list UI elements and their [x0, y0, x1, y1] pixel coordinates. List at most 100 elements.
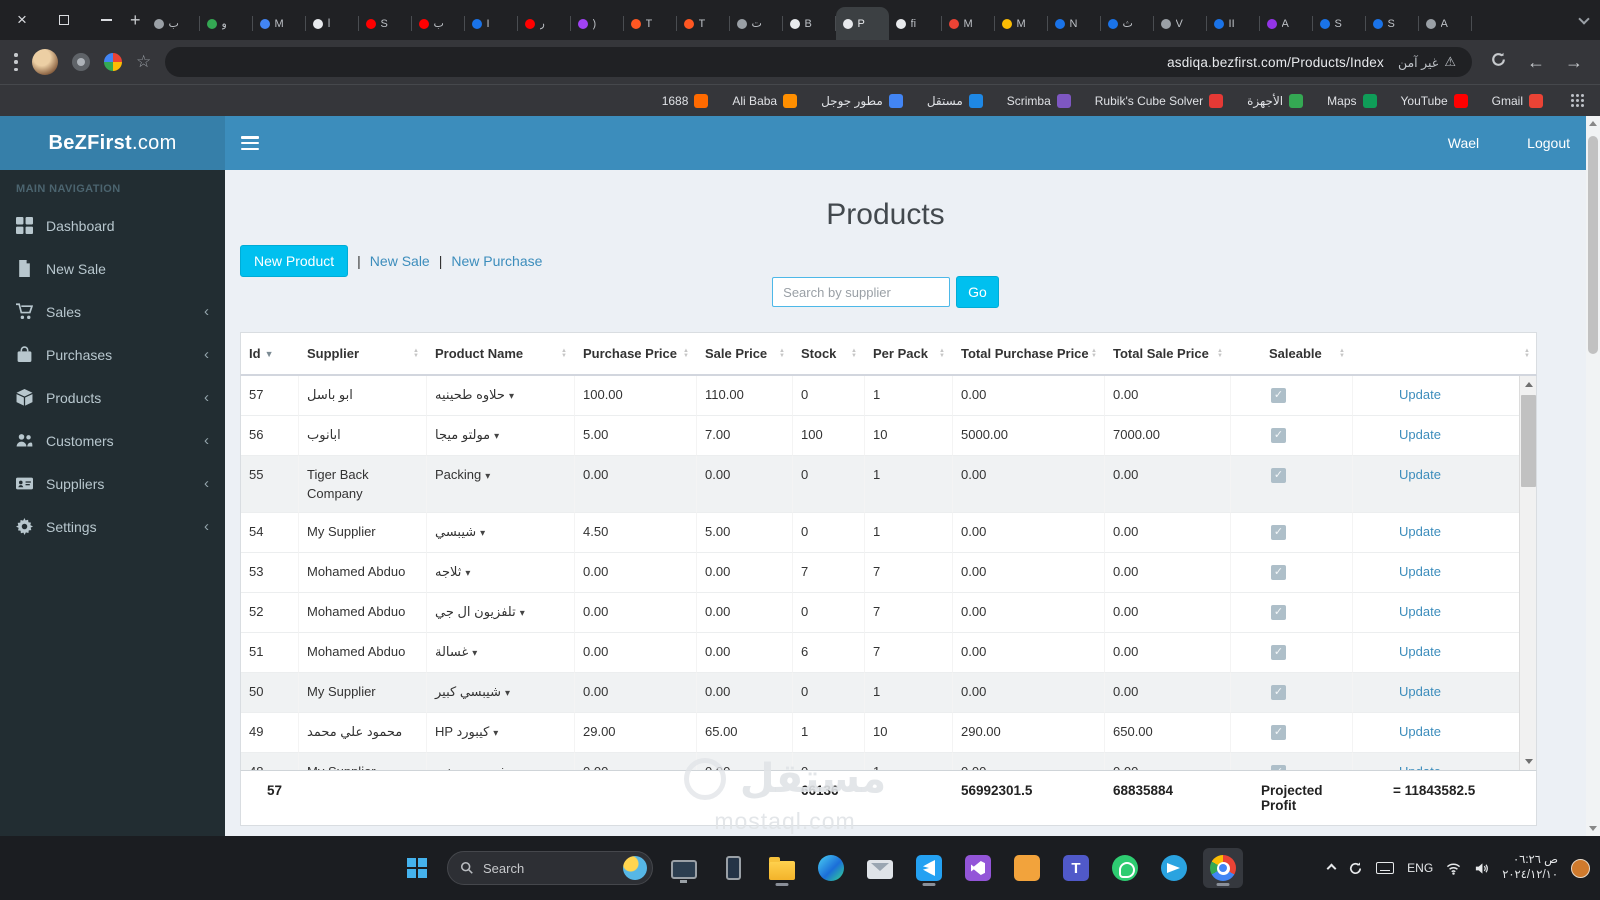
bookmark-star-icon[interactable]: ☆ [136, 52, 151, 72]
browser-tab[interactable]: N [1048, 7, 1101, 40]
column-header-stock[interactable]: Stock ▲ ▼ [793, 333, 865, 374]
wifi-icon[interactable] [1446, 861, 1461, 876]
saleable-checkbox[interactable]: ✓ [1271, 565, 1286, 581]
column-header-purchase[interactable]: Purchase Price ▲ ▼ [575, 333, 697, 374]
bookmark-item[interactable]: الأجهزة [1247, 93, 1304, 108]
page-scroll-up-arrow[interactable] [1586, 116, 1600, 131]
sidebar-item-products[interactable]: Products ‹ [0, 376, 225, 419]
saleable-checkbox[interactable]: ✓ [1271, 428, 1286, 444]
app-logo[interactable]: BeZFirst .com [0, 116, 225, 170]
bookmark-item[interactable]: مستقل [927, 93, 983, 108]
browser-tab[interactable]: ب [412, 7, 465, 40]
bookmark-item[interactable]: Gmail [1492, 93, 1543, 108]
sidebar-item-settings[interactable]: Settings ‹ [0, 505, 225, 548]
saleable-checkbox[interactable]: ✓ [1271, 645, 1286, 661]
tray-sync-icon[interactable] [1348, 861, 1363, 876]
page-scroll-down-arrow[interactable] [1586, 821, 1600, 836]
taskbar-app-monitor[interactable] [664, 848, 704, 888]
taskbar-app-phone[interactable] [713, 848, 753, 888]
taskbar-search[interactable]: Search [447, 851, 653, 885]
security-chip[interactable]: غير آمن ⚠ [1398, 54, 1456, 70]
saleable-checkbox[interactable]: ✓ [1271, 388, 1286, 404]
bookmark-item[interactable]: YouTube [1401, 93, 1468, 108]
page-scrollbar[interactable] [1586, 116, 1600, 836]
profile-avatar[interactable] [32, 49, 58, 75]
browser-tab-active[interactable]: P [835, 7, 889, 40]
window-close-button[interactable]: × [14, 11, 30, 28]
update-link[interactable]: Update [1399, 564, 1441, 579]
browser-tab[interactable]: M [995, 7, 1048, 40]
browser-tab[interactable]: S [359, 7, 412, 40]
taskbar-app-vscode[interactable] [909, 848, 949, 888]
browser-tab[interactable]: B [783, 7, 836, 40]
taskbar-app-visualstudio[interactable] [958, 848, 998, 888]
column-header-per_pack[interactable]: Per Pack ▲ ▼ [865, 333, 953, 374]
browser-tab[interactable]: و [200, 7, 253, 40]
sidebar-item-customers[interactable]: Customers ‹ [0, 419, 225, 462]
hamburger-menu-icon[interactable] [241, 136, 259, 150]
start-button[interactable] [398, 849, 436, 887]
browser-tab[interactable]: ت [730, 7, 783, 40]
product-dropdown-caret[interactable]: ▾ [505, 688, 510, 699]
browser-tab[interactable]: ) [571, 7, 624, 40]
product-dropdown-caret[interactable]: ▾ [512, 768, 517, 770]
update-link[interactable]: Update [1399, 644, 1441, 659]
column-header-sale[interactable]: Sale Price ▲ ▼ [697, 333, 793, 374]
scroll-down-arrow[interactable] [1520, 753, 1536, 770]
tab-search-button[interactable] [1578, 13, 1590, 26]
taskbar-app-chrome[interactable] [1203, 848, 1243, 888]
saleable-checkbox[interactable]: ✓ [1271, 765, 1286, 770]
product-dropdown-caret[interactable]: ▾ [465, 568, 470, 579]
browser-tab[interactable]: S [1366, 7, 1419, 40]
taskbar-app-sql[interactable] [1007, 848, 1047, 888]
update-link[interactable]: Update [1399, 427, 1441, 442]
browser-tab[interactable]: V [1154, 7, 1207, 40]
update-link[interactable]: Update [1399, 524, 1441, 539]
table-scrollbar[interactable] [1519, 376, 1536, 770]
column-header-saleable[interactable]: Saleable ▲ ▼ [1231, 333, 1353, 374]
browser-tab[interactable]: fi [889, 7, 942, 40]
scroll-up-arrow[interactable] [1520, 376, 1536, 393]
user-menu[interactable]: Wael [1448, 135, 1479, 151]
browser-tab[interactable]: A [1260, 7, 1313, 40]
browser-tab[interactable]: II [1207, 7, 1260, 40]
browser-tab[interactable]: ب [147, 7, 200, 40]
browser-tab[interactable]: M [942, 7, 995, 40]
browser-tab[interactable]: I [465, 7, 518, 40]
touch-keyboard-icon[interactable] [1376, 862, 1395, 874]
sidebar-item-new-sale[interactable]: New Sale [0, 247, 225, 290]
browser-tab[interactable]: ث [1101, 7, 1154, 40]
new-sale-link[interactable]: New Sale [370, 253, 430, 269]
update-link[interactable]: Update [1399, 387, 1441, 402]
column-header-id[interactable]: Id ▼ [241, 333, 299, 374]
window-maximize-button[interactable] [56, 12, 72, 28]
logout-link[interactable]: Logout [1527, 135, 1570, 151]
sidebar-item-dashboard[interactable]: Dashboard [0, 204, 225, 247]
browser-tab[interactable]: ر [518, 7, 571, 40]
update-link[interactable]: Update [1399, 684, 1441, 699]
saleable-checkbox[interactable]: ✓ [1271, 605, 1286, 621]
saleable-checkbox[interactable]: ✓ [1271, 525, 1286, 541]
new-product-button[interactable]: New Product [240, 245, 349, 277]
browser-menu-button[interactable] [14, 53, 18, 71]
tray-chevron-up-icon[interactable] [1326, 861, 1337, 875]
forward-button[interactable]: → [1562, 52, 1586, 73]
product-dropdown-caret[interactable]: ▾ [520, 608, 525, 619]
window-minimize-button[interactable] [98, 12, 114, 28]
clock[interactable]: ص ٠٦:٢٦ ٢٠٢٤/١٢/١٠ [1502, 853, 1558, 883]
address-bar[interactable]: asdiqa.bezfirst.com/Products/Index غير آ… [165, 47, 1472, 77]
taskbar-app-teams[interactable]: T [1056, 848, 1096, 888]
reload-button[interactable] [1486, 51, 1510, 73]
update-link[interactable]: Update [1399, 764, 1441, 770]
scrollbar-thumb[interactable] [1521, 395, 1536, 487]
notification-badge[interactable] [1571, 858, 1590, 878]
bookmark-item[interactable]: مطور جوجل [821, 93, 903, 108]
browser-tab[interactable]: M [253, 7, 306, 40]
language-indicator[interactable]: ENG [1407, 861, 1433, 875]
browser-tab[interactable]: T [677, 7, 730, 40]
pinned-extension-icon[interactable] [72, 53, 90, 71]
sidebar-item-purchases[interactable]: Purchases ‹ [0, 333, 225, 376]
new-tab-button[interactable]: + [130, 10, 141, 31]
bookmark-item[interactable]: Scrimba [1007, 93, 1071, 108]
product-dropdown-caret[interactable]: ▾ [509, 391, 514, 402]
